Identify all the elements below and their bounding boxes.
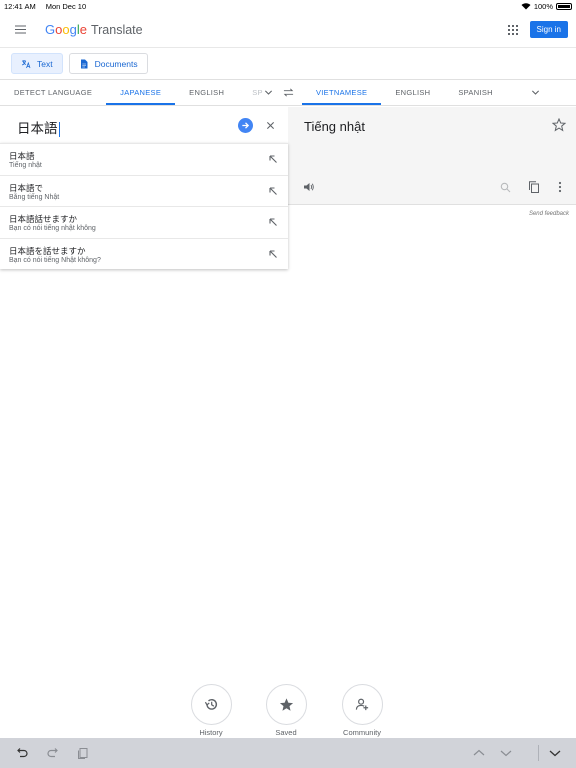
speaker-icon[interactable] — [303, 181, 315, 193]
sign-in-button[interactable]: Sign in — [529, 21, 568, 38]
clear-input-button[interactable] — [263, 118, 278, 133]
chevron-down-icon — [264, 90, 272, 95]
source-input-panel[interactable]: 日本語 — [0, 107, 288, 143]
arrow-up-left-icon[interactable] — [268, 217, 278, 227]
app-bar: Google Translate Sign in — [0, 12, 576, 48]
google-apps-icon[interactable] — [507, 24, 518, 35]
target-lang-spanish[interactable]: SPANISH — [444, 80, 506, 105]
source-text-input[interactable]: 日本語 — [17, 117, 60, 137]
community-label: Community — [343, 728, 381, 737]
hide-keyboard-icon[interactable] — [548, 746, 562, 760]
suggestion-translation: Bạn có nói tiếng nhật không — [9, 225, 96, 232]
arrow-right-icon — [242, 122, 250, 129]
suggestion-text: 日本語話せますか — [9, 214, 78, 224]
text-mode-button[interactable]: Text — [11, 53, 63, 74]
more-vert-icon[interactable] — [554, 181, 566, 193]
text-cursor — [58, 121, 60, 137]
translate-go-button[interactable] — [238, 118, 253, 133]
suggestion-item[interactable]: 日本語話せますか Bạn có nói tiếng nhật không — [0, 206, 288, 238]
arrow-up-left-icon[interactable] — [268, 186, 278, 196]
documents-mode-button[interactable]: Documents — [68, 53, 148, 74]
suggestion-translation: Bằng tiếng Nhật — [9, 193, 60, 201]
status-right: 100% — [521, 2, 572, 11]
translation-output-panel: Tiếng nhật — [288, 107, 576, 205]
chevron-down-icon — [532, 90, 540, 95]
source-lang-detect[interactable]: DETECT LANGUAGE — [0, 80, 106, 105]
logo-letter: o — [55, 22, 63, 37]
suggestion-translation: Bạn có nói tiếng Nhật không? — [9, 256, 101, 264]
status-time: 12:41 AM — [4, 1, 36, 11]
battery-percent: 100% — [533, 1, 553, 11]
source-lang-english[interactable]: ENGLISH — [175, 80, 238, 105]
saved-button[interactable] — [265, 684, 307, 725]
logo-letter: G — [45, 22, 56, 37]
logo-letter: e — [79, 22, 87, 37]
search-icon[interactable] — [500, 182, 511, 193]
star-filled-icon — [279, 698, 293, 711]
source-lang-spanish[interactable]: SP — [238, 80, 263, 105]
close-icon — [266, 121, 275, 130]
document-icon — [80, 59, 88, 68]
status-bar: 12:41 AM Mon Dec 10 100% — [0, 0, 576, 12]
suggestion-item[interactable]: 日本語を話せますか Bạn có nói tiếng Nhật không? — [0, 237, 288, 270]
history-icon — [204, 698, 217, 710]
chevron-down-icon[interactable] — [499, 746, 513, 760]
status-date: Mon Dec 10 — [45, 1, 87, 11]
copy-icon[interactable] — [528, 181, 540, 193]
community-button[interactable] — [341, 684, 383, 725]
source-lang-japanese[interactable]: JAPANESE — [106, 80, 176, 105]
arrow-up-left-icon[interactable] — [268, 154, 278, 164]
suggestion-text: 日本語で — [9, 182, 44, 193]
send-feedback-link[interactable]: Send feedback — [529, 211, 569, 217]
target-lang-vietnamese[interactable]: VIETNAMESE — [302, 80, 382, 105]
translate-icon — [21, 59, 31, 68]
community-icon — [355, 698, 368, 711]
arrow-up-left-icon[interactable] — [268, 249, 278, 259]
suggestion-text: 日本語を話せますか — [9, 245, 86, 256]
community-shortcut[interactable]: Community — [332, 684, 392, 737]
documents-mode-label: Documents — [94, 58, 138, 69]
target-lang-english[interactable]: ENGLISH — [381, 80, 444, 105]
source-lang-more[interactable] — [263, 80, 274, 105]
redo-icon[interactable] — [46, 746, 60, 760]
translation-text: Tiếng nhật — [304, 119, 365, 134]
battery-icon — [556, 2, 572, 10]
logo-letter: g — [69, 22, 77, 37]
screen: 12:41 AM Mon Dec 10 100% Google Translat… — [0, 0, 576, 768]
paste-icon[interactable] — [76, 746, 90, 760]
saved-shortcut[interactable]: Saved — [256, 684, 316, 737]
logo-letter: o — [62, 22, 70, 37]
target-lang-more[interactable] — [525, 80, 547, 105]
hamburger-menu-icon[interactable] — [0, 12, 40, 48]
mode-toolbar: Text Documents — [0, 48, 576, 80]
saved-label: Saved — [275, 728, 297, 737]
suggestions-dropdown: 日本語 Tiếng nhật 日本語で Bằng tiếng Nhật 日本語話… — [0, 143, 288, 269]
undo-icon[interactable] — [15, 746, 29, 760]
keyboard-toolbar — [0, 738, 576, 768]
swap-languages-button[interactable] — [274, 80, 302, 105]
google-translate-logo[interactable]: Google Translate — [45, 22, 143, 37]
chevron-up-icon[interactable] — [472, 746, 486, 760]
bottom-shortcuts: History Saved Community — [0, 684, 576, 738]
toolbar-divider — [538, 745, 539, 761]
target-language-tabs: VIETNAMESE ENGLISH SPANISH — [302, 80, 576, 105]
swap-icon — [283, 88, 293, 97]
language-selector-bar: DETECT LANGUAGE JAPANESE ENGLISH SP VIET… — [0, 80, 576, 106]
suggestion-translation: Tiếng nhật — [9, 162, 42, 169]
history-label: History — [199, 728, 223, 737]
text-mode-label: Text — [37, 58, 53, 69]
wifi-icon — [521, 3, 531, 10]
history-shortcut[interactable]: History — [181, 684, 241, 737]
source-text: 日本語 — [17, 121, 58, 136]
history-button[interactable] — [190, 684, 232, 725]
product-name: Translate — [90, 23, 143, 37]
suggestion-item[interactable]: 日本語 Tiếng nhật — [0, 143, 288, 175]
suggestion-item[interactable]: 日本語で Bằng tiếng Nhật — [0, 174, 288, 207]
source-language-tabs: DETECT LANGUAGE JAPANESE ENGLISH SP — [0, 80, 274, 105]
star-icon[interactable] — [552, 118, 566, 132]
suggestion-text: 日本語 — [9, 151, 35, 161]
